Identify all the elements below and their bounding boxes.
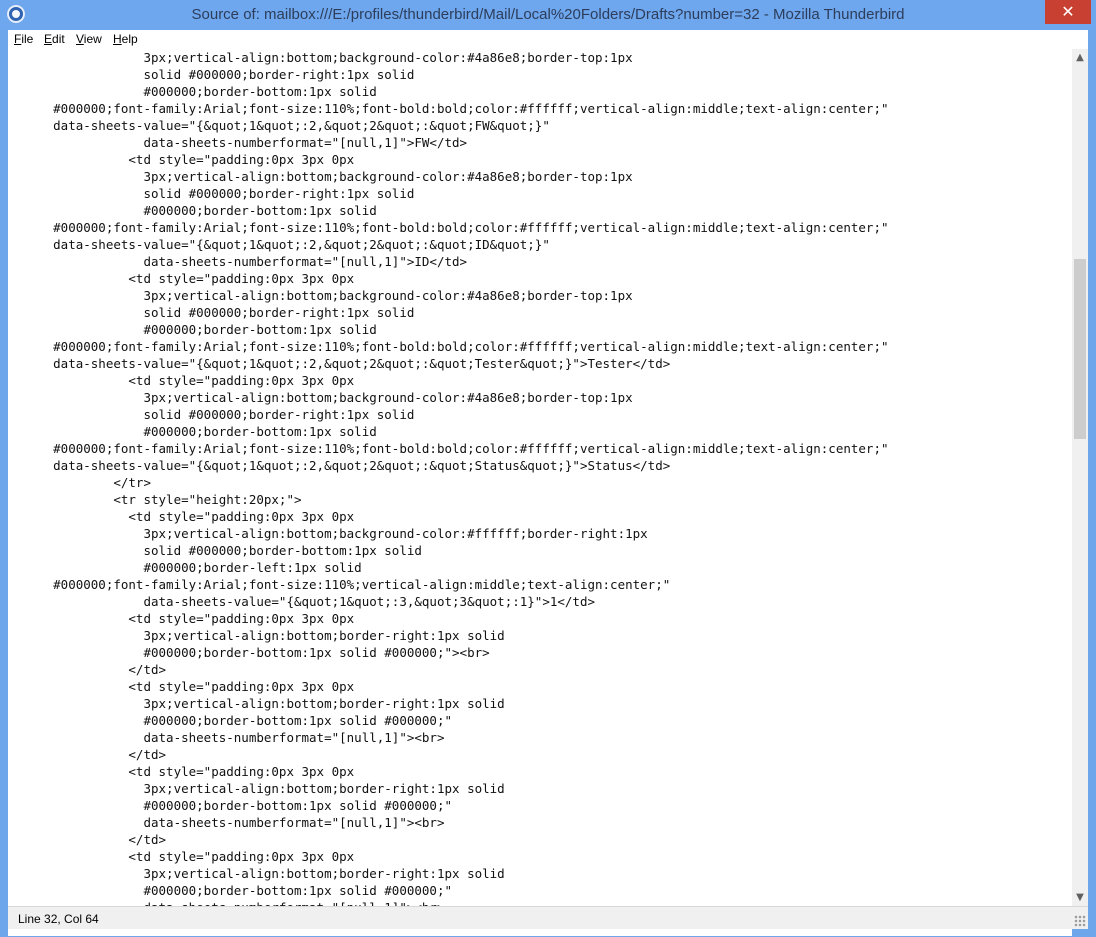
source-line[interactable]: solid #000000;border-right:1px solid bbox=[8, 66, 889, 83]
source-line[interactable]: #000000;font-family:Arial;font-size:110%… bbox=[8, 576, 889, 593]
source-line[interactable]: 3px;vertical-align:bottom;border-right:1… bbox=[8, 695, 889, 712]
source-line[interactable]: #000000;border-left:1px solid bbox=[8, 559, 889, 576]
source-line[interactable]: #000000;font-family:Arial;font-size:110%… bbox=[8, 440, 888, 457]
source-line[interactable]: </td> bbox=[8, 746, 889, 763]
source-line[interactable]: 3px;vertical-align:bottom;border-right:1… bbox=[8, 780, 889, 797]
scrollbar-thumb[interactable] bbox=[1074, 259, 1086, 439]
source-line[interactable]: <td style="padding:0px 3px 0px bbox=[8, 610, 889, 627]
title-bar[interactable]: Source of: mailbox:///E:/profiles/thunde… bbox=[0, 0, 1096, 30]
close-button[interactable]: ✕ bbox=[1045, 0, 1091, 24]
menu-view-rest: iew bbox=[83, 32, 102, 46]
source-line[interactable]: #000000;border-bottom:1px solid bbox=[8, 202, 889, 219]
source-line[interactable]: 3px;vertical-align:bottom;border-right:1… bbox=[8, 865, 889, 882]
menu-bar: File Edit View Help bbox=[8, 30, 1088, 49]
source-line[interactable]: data-sheets-value="{&quot;1&quot;:3,&quo… bbox=[8, 593, 889, 610]
source-line[interactable]: data-sheets-numberformat="[null,1]">FW</… bbox=[8, 134, 889, 151]
source-line[interactable]: #000000;border-bottom:1px solid #000000;… bbox=[8, 797, 889, 814]
menu-help[interactable]: Help bbox=[113, 32, 138, 46]
scroll-down-arrow[interactable]: ▼ bbox=[1072, 889, 1088, 906]
menu-view[interactable]: View bbox=[76, 32, 102, 46]
source-line[interactable]: #000000;font-family:Arial;font-size:110%… bbox=[8, 219, 888, 236]
window-title: Source of: mailbox:///E:/profiles/thunde… bbox=[191, 6, 905, 23]
source-line[interactable]: <td style="padding:0px 3px 0px bbox=[8, 270, 889, 287]
vertical-scrollbar[interactable]: ▲ ▼ bbox=[1072, 49, 1088, 906]
source-line[interactable]: #000000;border-bottom:1px solid bbox=[8, 83, 889, 100]
source-line[interactable]: data-sheets-value="{&quot;1&quot;:2,&quo… bbox=[8, 457, 889, 474]
menu-help-mnemonic: H bbox=[113, 32, 122, 46]
status-bar: Line 32, Col 64 bbox=[8, 906, 1088, 929]
resize-grip-icon[interactable] bbox=[1074, 915, 1086, 927]
source-view[interactable]: 3px;vertical-align:bottom;background-col… bbox=[8, 49, 1072, 936]
menu-help-rest: elp bbox=[121, 32, 138, 46]
source-line[interactable]: #000000;border-bottom:1px solid #000000;… bbox=[8, 712, 889, 729]
source-line[interactable]: data-sheets-numberformat="[null,1]"><br> bbox=[8, 814, 889, 831]
source-line[interactable]: #000000;font-family:Arial;font-size:110%… bbox=[8, 100, 888, 117]
menu-file[interactable]: File bbox=[14, 32, 33, 46]
source-line[interactable]: #000000;font-family:Arial;font-size:110%… bbox=[8, 338, 888, 355]
menu-edit-mnemonic: E bbox=[44, 32, 53, 46]
source-line[interactable]: </td> bbox=[8, 661, 889, 678]
source-line[interactable]: 3px;vertical-align:bottom;background-col… bbox=[8, 49, 889, 66]
source-line[interactable]: 3px;vertical-align:bottom;background-col… bbox=[8, 525, 889, 542]
source-line[interactable]: <td style="padding:0px 3px 0px bbox=[8, 848, 889, 865]
source-line[interactable]: 3px;vertical-align:bottom;background-col… bbox=[8, 168, 889, 185]
menu-view-mnemonic: V bbox=[76, 32, 84, 46]
source-line[interactable]: 3px;vertical-align:bottom;background-col… bbox=[8, 287, 889, 304]
source-line[interactable]: data-sheets-value="{&quot;1&quot;:2,&quo… bbox=[8, 236, 889, 253]
source-line[interactable]: <tr style="height:20px;"> bbox=[8, 491, 889, 508]
source-line[interactable]: data-sheets-numberformat="[null,1]"><br> bbox=[8, 729, 889, 746]
source-line[interactable]: data-sheets-value="{&quot;1&quot;:2,&quo… bbox=[8, 117, 889, 134]
source-line[interactable]: solid #000000;border-right:1px solid bbox=[8, 406, 889, 423]
scroll-up-arrow[interactable]: ▲ bbox=[1072, 49, 1088, 66]
source-line[interactable]: <td style="padding:0px 3px 0px bbox=[8, 763, 889, 780]
source-line[interactable]: #000000;border-bottom:1px solid #000000;… bbox=[8, 882, 889, 899]
source-line[interactable]: <td style="padding:0px 3px 0px bbox=[8, 508, 889, 525]
source-line[interactable]: solid #000000;border-right:1px solid bbox=[8, 185, 889, 202]
source-code-text[interactable]: 3px;vertical-align:bottom;background-col… bbox=[8, 49, 889, 916]
source-line[interactable]: #000000;border-bottom:1px solid bbox=[8, 423, 889, 440]
source-line[interactable]: 3px;vertical-align:bottom;background-col… bbox=[8, 389, 889, 406]
source-line[interactable]: </td> bbox=[8, 831, 889, 848]
thunderbird-window: Source of: mailbox:///E:/profiles/thunde… bbox=[0, 0, 1096, 937]
source-line[interactable]: 3px;vertical-align:bottom;border-right:1… bbox=[8, 627, 889, 644]
cursor-position: Line 32, Col 64 bbox=[18, 912, 99, 926]
source-line[interactable]: solid #000000;border-bottom:1px solid bbox=[8, 542, 889, 559]
source-line[interactable]: <td style="padding:0px 3px 0px bbox=[8, 678, 889, 695]
window-client-area: File Edit View Help 3px;vertical-align:b… bbox=[8, 30, 1088, 936]
menu-edit-rest: dit bbox=[52, 32, 65, 46]
source-line[interactable]: <td style="padding:0px 3px 0px bbox=[8, 151, 889, 168]
source-line[interactable]: </tr> bbox=[8, 474, 889, 491]
source-line[interactable]: #000000;border-bottom:1px solid #000000;… bbox=[8, 644, 889, 661]
source-line[interactable]: data-sheets-value="{&quot;1&quot;:2,&quo… bbox=[8, 355, 889, 372]
source-line[interactable]: <td style="padding:0px 3px 0px bbox=[8, 372, 889, 389]
source-line[interactable]: #000000;border-bottom:1px solid bbox=[8, 321, 889, 338]
menu-edit[interactable]: Edit bbox=[44, 32, 65, 46]
source-line[interactable]: solid #000000;border-right:1px solid bbox=[8, 304, 889, 321]
menu-file-rest: ile bbox=[21, 32, 34, 46]
source-line[interactable]: data-sheets-numberformat="[null,1]">ID</… bbox=[8, 253, 889, 270]
